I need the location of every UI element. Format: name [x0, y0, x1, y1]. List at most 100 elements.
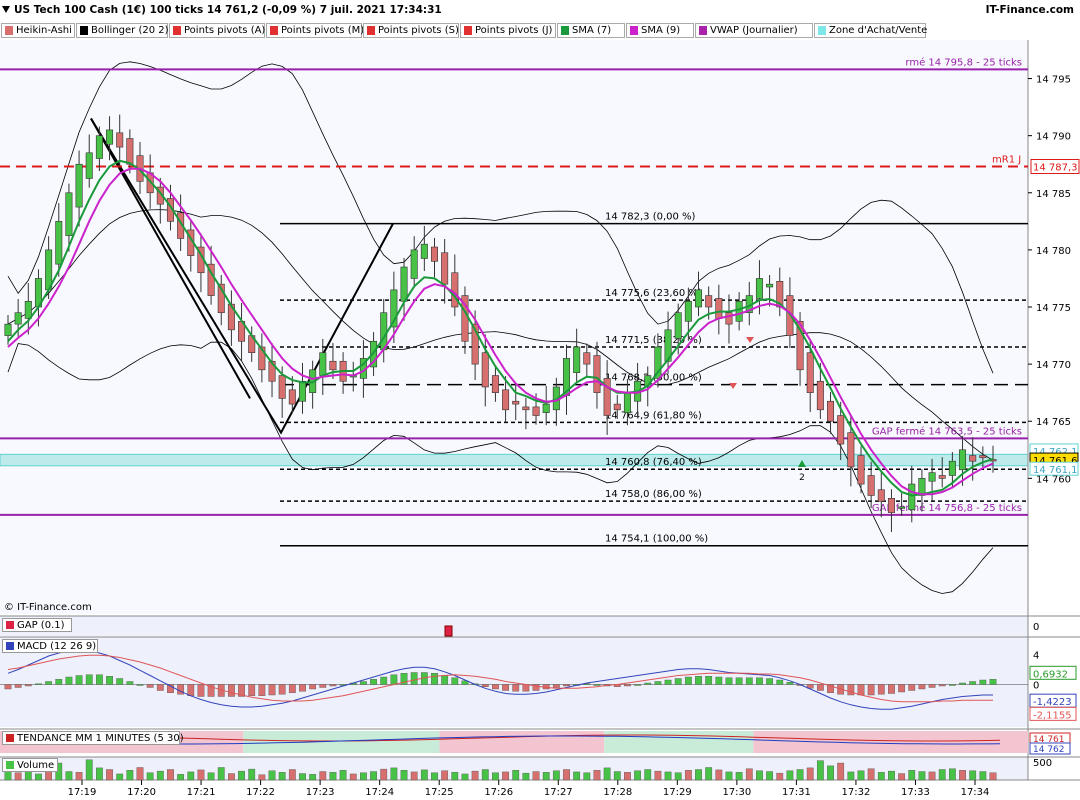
candle-body — [116, 132, 124, 148]
candle-body — [75, 163, 83, 208]
volume-bar — [624, 772, 631, 781]
macd-histogram-bar — [116, 678, 124, 685]
volume-bar — [948, 768, 956, 781]
legend-item[interactable]: Bollinger (20 2) — [76, 23, 169, 38]
x-tick-label: 17:27 — [544, 787, 573, 798]
macd-histogram-bar — [502, 684, 509, 691]
volume-bar — [522, 772, 530, 781]
candle-body — [14, 312, 22, 325]
volume-bar — [35, 773, 42, 781]
candle-body — [288, 389, 296, 405]
macd-histogram-bar — [908, 684, 916, 691]
macd-histogram-bar — [481, 684, 489, 687]
fibonacci-level-label: 14 754,1 (100,00 %) — [605, 534, 708, 545]
macd-histogram-bar — [593, 684, 601, 686]
candle-body — [938, 475, 946, 479]
panel-title-label: GAP (0.1) — [17, 620, 65, 631]
macd-histogram-bar — [512, 684, 520, 692]
candle-body — [948, 460, 956, 476]
macd-value-label: 0,6932 — [1033, 669, 1068, 680]
legend-item[interactable]: VWAP (Journalier) — [695, 23, 813, 38]
macd-histogram-bar — [258, 684, 266, 696]
macd-histogram-bar — [380, 676, 388, 685]
macd-axis-label: 4 — [1033, 651, 1039, 662]
panel-title[interactable]: TENDANCE MM 1 MINUTES (5 30) — [2, 731, 184, 745]
y-tick-label: 14 765 — [1036, 417, 1071, 428]
instrument-title: US Tech 100 Cash (1€) 100 ticks 14 761,2… — [14, 4, 442, 16]
y-tick-label: 14 790 — [1036, 132, 1071, 143]
candle-body — [329, 360, 337, 371]
volume-bar — [228, 773, 235, 781]
trading-chart[interactable]: 14 795 14 790 14 785 14 780 14 775 14 770 14 7… — [0, 40, 1080, 800]
panel-title-label: MACD (12 26 9) — [17, 641, 97, 652]
legend-item[interactable]: Heikin-Ashi — [1, 23, 75, 38]
volume-bar — [75, 772, 83, 781]
volume-bar — [542, 772, 550, 781]
candle-body — [400, 266, 408, 302]
candle-body — [420, 243, 428, 259]
legend-item[interactable]: Points pivots (J) — [460, 23, 556, 38]
macd-histogram-bar — [75, 675, 83, 685]
volume-bar — [735, 772, 743, 781]
macd-histogram-bar — [187, 684, 195, 696]
macd-histogram-bar — [898, 684, 906, 693]
macd-panel-background — [0, 637, 1028, 727]
volume-bar — [583, 772, 591, 781]
volume-bar — [938, 769, 946, 781]
volume-bar — [268, 770, 276, 781]
candle-body — [613, 403, 621, 411]
gap-panel-background — [0, 616, 1028, 636]
trend-value-label: 14 762 — [1033, 745, 1065, 755]
volume-bar — [593, 770, 601, 781]
price-tag-label: 14 761,1 — [1033, 465, 1078, 476]
pivot-mr1-label: mR1 J — [992, 155, 1021, 166]
legend-item[interactable]: Points pivots (A) — [169, 23, 265, 38]
candle-body — [827, 400, 835, 422]
volume-bar — [461, 773, 469, 781]
macd-histogram-bar — [766, 678, 773, 685]
macd-value-label: -1,4223 — [1033, 697, 1072, 708]
volume-bar — [908, 770, 916, 781]
fibonacci-level-label: 14 764,9 (61,80 %) — [605, 410, 702, 421]
legend-item[interactable]: Points pivots (S) — [363, 23, 459, 38]
macd-histogram-bar — [684, 676, 692, 685]
legend-item[interactable]: Points pivots (M) — [266, 23, 364, 38]
legend-label: Points pivots (S) — [378, 25, 459, 36]
volume-bar — [715, 769, 723, 781]
candle-body — [684, 300, 692, 322]
panel-title-label: TENDANCE MM 1 MINUTES (5 30) — [17, 733, 184, 744]
dropdown-arrow-icon[interactable] — [2, 6, 10, 13]
candle-body — [959, 449, 967, 471]
candle-body — [816, 380, 824, 411]
panel-swatch — [6, 761, 14, 769]
macd-histogram-bar — [989, 679, 997, 685]
candle-body — [502, 389, 510, 411]
volume-bar — [918, 771, 926, 781]
volume-bar — [197, 769, 205, 781]
volume-bar — [644, 769, 652, 781]
macd-histogram-bar — [786, 682, 794, 685]
candle-body — [573, 346, 581, 373]
legend-label: Heikin-Ashi — [16, 25, 72, 36]
volume-bar — [410, 771, 418, 781]
candle-body — [298, 380, 306, 402]
macd-histogram-bar — [14, 684, 22, 688]
legend-item[interactable]: SMA (7) — [557, 23, 625, 38]
panel-title[interactable]: MACD (12 26 9) — [2, 639, 98, 653]
legend-item[interactable]: Zone d'Achat/Vente — [814, 23, 927, 38]
macd-histogram-bar — [360, 681, 367, 685]
macd-histogram-bar — [390, 674, 398, 685]
candle-body — [583, 352, 591, 365]
panel-title[interactable]: Volume — [2, 758, 58, 772]
candle-body — [4, 323, 12, 336]
panel-title[interactable]: GAP (0.1) — [2, 618, 72, 632]
macd-histogram-bar — [979, 679, 987, 685]
volume-bar — [492, 772, 499, 781]
macd-histogram-bar — [877, 684, 885, 695]
gap-axis-label: 0 — [1033, 622, 1039, 633]
legend-label: SMA (7) — [572, 25, 612, 36]
macd-histogram-bar — [45, 681, 53, 685]
volume-bar — [339, 770, 347, 781]
legend-label: Points pivots (J) — [475, 25, 553, 36]
legend-item[interactable]: SMA (9) — [626, 23, 694, 38]
